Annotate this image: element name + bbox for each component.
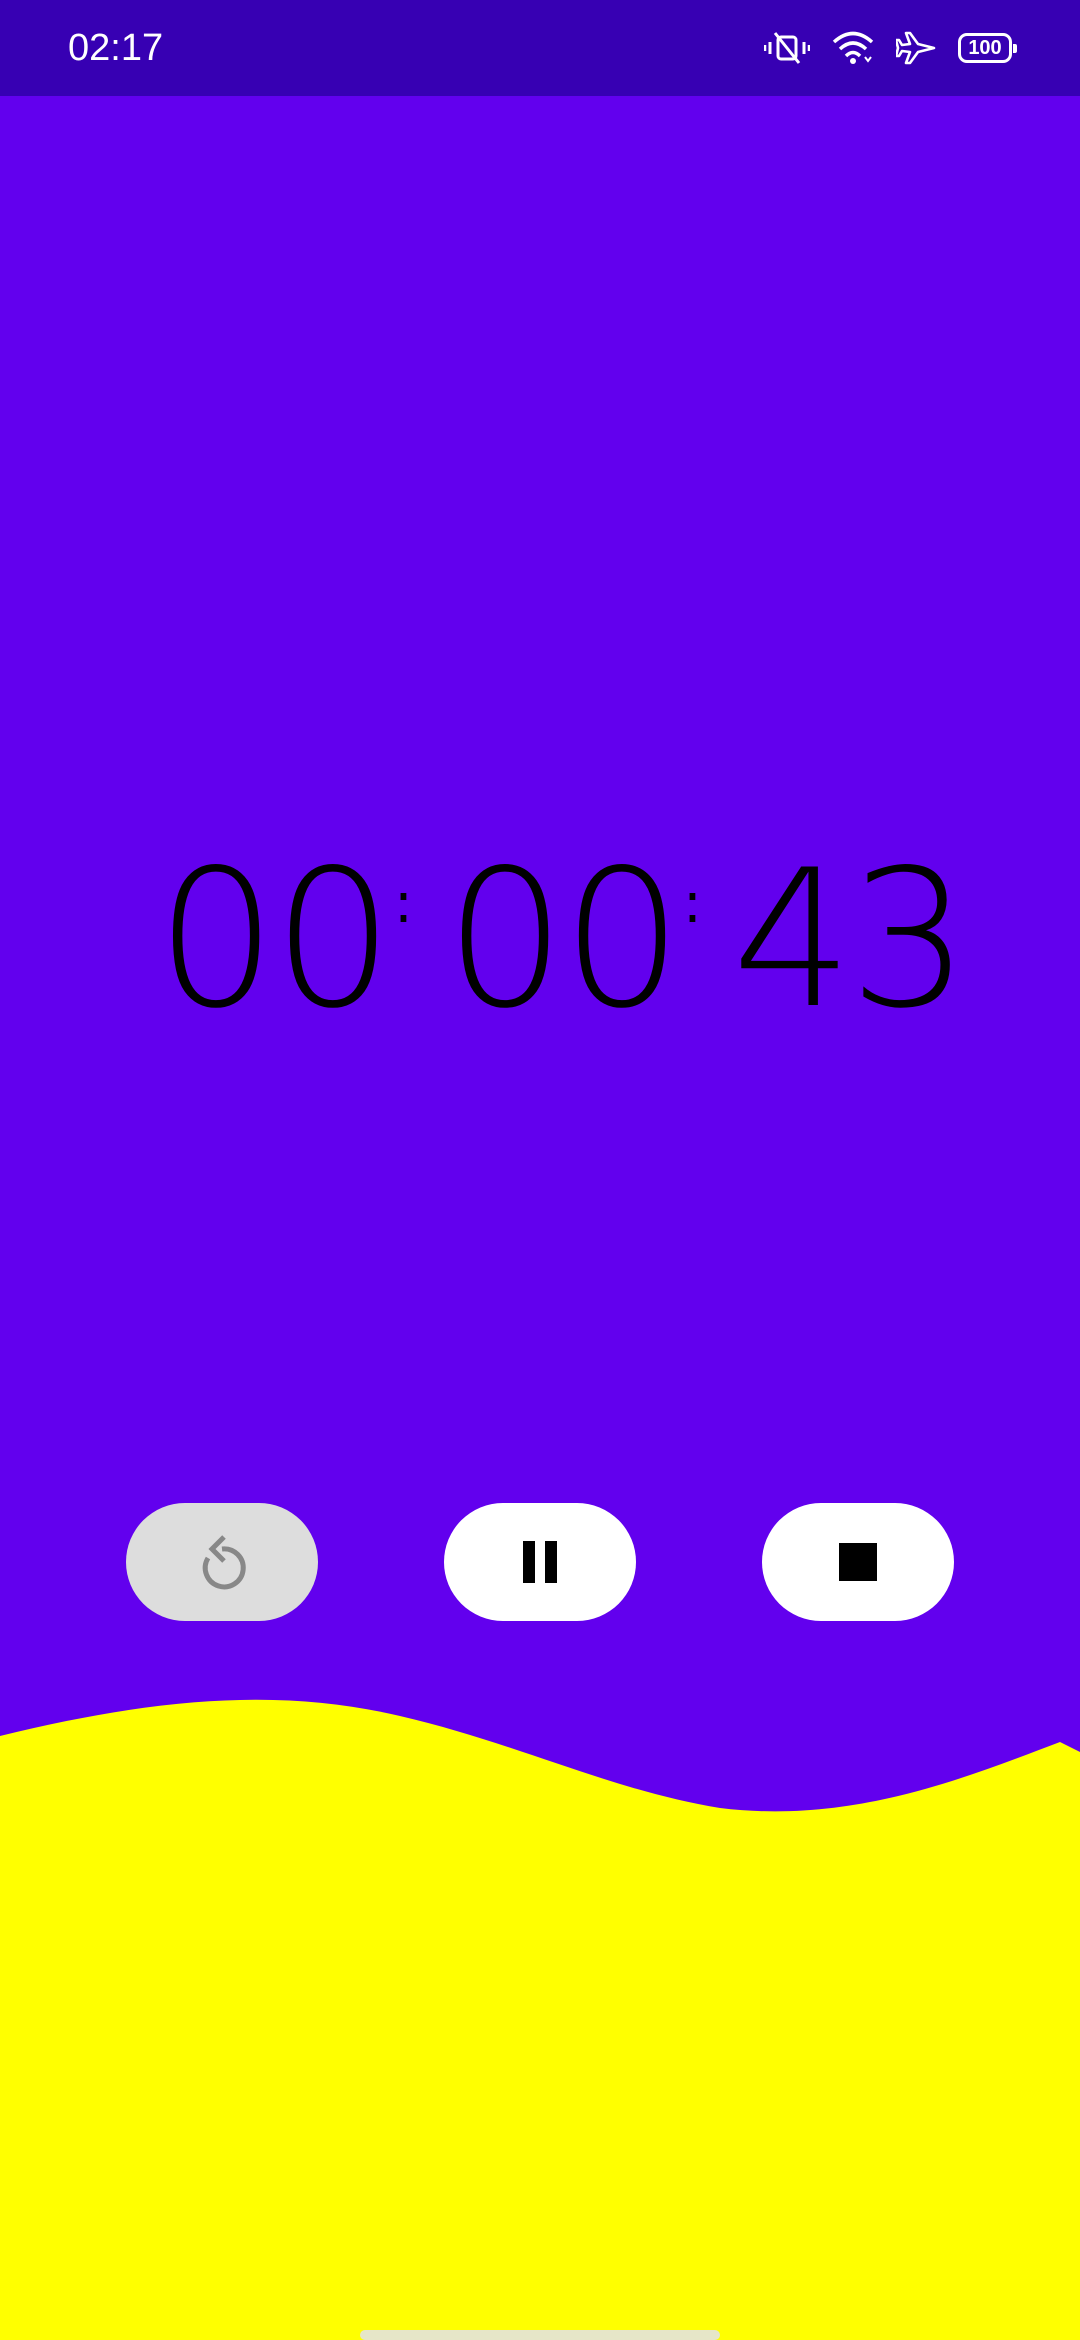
- stop-icon: [839, 1543, 877, 1581]
- wifi-icon: [832, 31, 874, 65]
- timer-minutes: 00: [445, 829, 683, 1050]
- reset-button[interactable]: [126, 1503, 318, 1621]
- home-indicator[interactable]: [360, 2330, 720, 2340]
- stop-button[interactable]: [762, 1503, 954, 1621]
- timer-hours: 00: [156, 829, 394, 1050]
- timer-controls: [0, 1503, 1080, 1621]
- timer-seconds: 43: [732, 829, 970, 1050]
- pause-button[interactable]: [444, 1503, 636, 1621]
- wave-decoration: [0, 1699, 1080, 2340]
- timer-display: 00 : 00 : 43: [0, 840, 1080, 1040]
- reset-icon: [194, 1531, 250, 1593]
- vibrate-mute-icon: [764, 31, 810, 65]
- timer-separator: :: [683, 871, 702, 936]
- timer-separator: :: [394, 871, 413, 936]
- status-bar: 02:17 100: [0, 0, 1080, 96]
- pause-icon: [520, 1541, 560, 1583]
- status-time: 02:17: [68, 27, 164, 69]
- stopwatch-screen: 02:17 100 00: 00: 43: [0, 0, 1080, 2340]
- airplane-mode-icon: [896, 31, 936, 65]
- status-icons: 100: [764, 26, 1017, 70]
- battery-icon: 100: [958, 33, 1017, 63]
